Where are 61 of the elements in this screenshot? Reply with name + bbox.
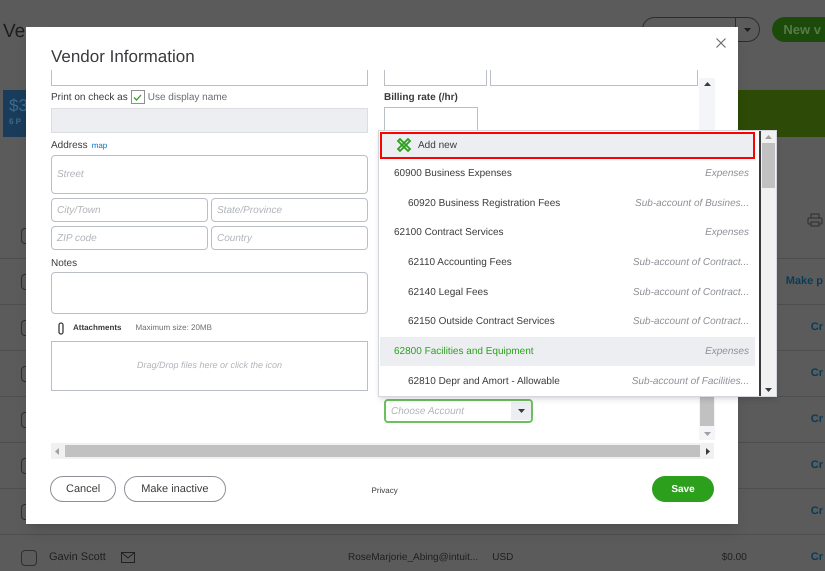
account-option[interactable]: 62140 Legal Fees Sub-account of Contract... (380, 277, 755, 308)
down-arrow-icon[interactable] (518, 409, 524, 413)
action-link[interactable]: Cr (810, 365, 823, 382)
account-select[interactable]: Choose Account (384, 399, 533, 423)
add-new-option[interactable]: Add new (380, 132, 755, 159)
action-link[interactable]: Cr (810, 457, 823, 474)
input-field[interactable]: ZIP code (51, 226, 208, 250)
page-title: Ve (3, 20, 26, 44)
checkbox[interactable] (21, 550, 37, 566)
drop-zone[interactable]: Drag/Drop files here or click the icon (51, 341, 368, 391)
field-label: Address (51, 139, 88, 153)
privacy-link[interactable]: Privacy (372, 485, 398, 497)
input-field[interactable] (384, 70, 487, 86)
attachments-limit: Maximum size: 20MB (135, 322, 212, 334)
dialog-title: Vendor Information (51, 46, 195, 68)
input-field[interactable]: State/Province (211, 198, 368, 222)
up-arrow-icon[interactable] (704, 82, 710, 86)
attachments-label: Attachments (73, 322, 122, 334)
input-field[interactable]: Street (51, 155, 368, 194)
input-field[interactable]: Country (211, 226, 368, 250)
down-arrow-icon[interactable] (765, 388, 772, 392)
checkbox-label: Use display name (148, 90, 228, 104)
account-option[interactable]: 62110 Accounting Fees Sub-account of Contract... (380, 248, 755, 278)
vendor-name[interactable]: Gavin Scott (49, 549, 121, 566)
notes-field[interactable] (51, 272, 368, 314)
save-button[interactable]: Save (652, 476, 714, 502)
paperclip-icon[interactable] (57, 322, 65, 334)
right-arrow-icon[interactable] (706, 448, 710, 454)
account-option[interactable]: 60900 Business Expenses Expenses (380, 158, 755, 188)
scrollbar-thumb[interactable] (700, 396, 714, 426)
action-link[interactable]: Cr (810, 319, 823, 336)
action-link[interactable]: Cr (810, 411, 823, 428)
cancel-button[interactable]: Cancel (50, 476, 116, 502)
new-vendor-button[interactable]: New v (772, 17, 825, 42)
printer-icon[interactable] (807, 213, 823, 227)
left-arrow-icon[interactable] (55, 448, 59, 454)
map-link[interactable]: map (92, 140, 108, 152)
vendor-email: RoseMarjorie_Abing@intuit... (348, 551, 478, 565)
account-option[interactable]: 60920 Business Registration Fees Sub-account of Busines... (380, 188, 755, 218)
action-link[interactable]: Make p (786, 273, 823, 290)
balance-cell-text: $0.00 (722, 551, 747, 565)
close-icon[interactable] (716, 38, 726, 48)
field-label: Billing rate (/hr) (384, 91, 459, 105)
checkmark-icon (133, 94, 142, 100)
checkbox[interactable] (130, 90, 145, 104)
account-option[interactable]: 62150 Outside Contract Services Sub-account of Contract... (380, 307, 755, 337)
crossed-pencils-icon (396, 137, 412, 154)
scrollbar-thumb[interactable] (65, 445, 700, 457)
currency-cell-text: USD (492, 551, 514, 565)
action-link[interactable]: Cr (810, 503, 823, 520)
account-option[interactable]: 62800 Facilities and Equipment Expenses (380, 336, 755, 366)
account-option[interactable]: 62810 Depr and Amort - Allowable Sub-account of Facilities... (380, 366, 755, 396)
field-label: Notes (51, 257, 78, 270)
mail-icon[interactable] (121, 552, 135, 563)
account-option[interactable]: 62100 Contract Services Expenses (380, 218, 755, 248)
field-label: Print on check as (51, 90, 128, 104)
input-field[interactable]: City/Town (51, 198, 208, 222)
create-link[interactable]: Cr (810, 549, 823, 566)
input-field[interactable] (490, 70, 698, 86)
scrollbar-thumb[interactable] (762, 143, 775, 188)
input-field[interactable] (51, 70, 368, 86)
